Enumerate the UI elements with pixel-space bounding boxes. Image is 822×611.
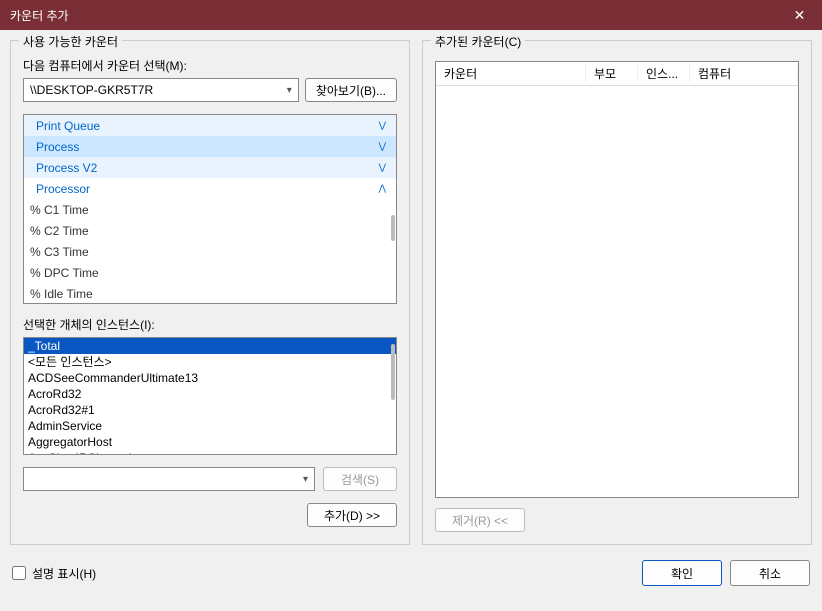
computer-combo-value: \\DESKTOP-GKR5T7R	[30, 83, 153, 97]
show-description-checkbox[interactable]: 설명 표시(H)	[12, 565, 96, 582]
instances-list[interactable]: _Total<모든 인스턴스>ACDSeeCommanderUltimate13…	[23, 337, 397, 455]
list-item[interactable]: AcroRd32#1	[24, 402, 396, 418]
instances-label: 선택한 개체의 인스턴스(I):	[23, 316, 397, 333]
list-item[interactable]: _Total	[24, 338, 396, 354]
ok-button[interactable]: 확인	[642, 560, 722, 586]
header-instance[interactable]: 인스...	[638, 65, 690, 82]
counters-tree[interactable]: Print Queue⋁Process⋁Process V2⋁Processor…	[23, 114, 397, 304]
content-area: 사용 가능한 카운터 다음 컴퓨터에서 카운터 선택(M): \\DESKTOP…	[0, 30, 822, 555]
tree-leaf[interactable]: % C1 Time	[24, 199, 396, 220]
close-icon[interactable]: ✕	[777, 0, 822, 30]
show-description-label: 설명 표시(H)	[32, 565, 96, 582]
chevron-down-icon: ▾	[287, 85, 292, 96]
tree-leaf[interactable]: % Idle Time	[24, 283, 396, 304]
added-counters-table[interactable]: 카운터 부모 인스... 컴퓨터	[435, 61, 799, 498]
show-description-input[interactable]	[12, 566, 26, 580]
header-parent[interactable]: 부모	[586, 65, 638, 82]
tree-leaf[interactable]: % C2 Time	[24, 220, 396, 241]
tree-group[interactable]: Processor⋀	[24, 178, 396, 199]
chevron-down-icon: ⋁	[379, 120, 386, 131]
scrollbar-thumb[interactable]	[391, 215, 395, 241]
tree-leaf[interactable]: % C3 Time	[24, 241, 396, 262]
search-button[interactable]: 검색(S)	[323, 467, 397, 491]
search-combo[interactable]: ▾	[23, 467, 315, 491]
chevron-down-icon: ⋁	[379, 162, 386, 173]
list-item[interactable]: AnySign4PCLauncher	[24, 450, 396, 455]
added-counters-legend: 추가된 카운터(C)	[431, 33, 525, 50]
tree-leaf[interactable]: % DPC Time	[24, 262, 396, 283]
list-item[interactable]: <모든 인스턴스>	[24, 354, 396, 370]
added-counters-group: 추가된 카운터(C) 카운터 부모 인스... 컴퓨터 제거(R) <<	[422, 40, 812, 545]
list-item[interactable]: AdminService	[24, 418, 396, 434]
table-header: 카운터 부모 인스... 컴퓨터	[436, 62, 798, 86]
list-item[interactable]: AggregatorHost	[24, 434, 396, 450]
chevron-down-icon: ⋁	[379, 141, 386, 152]
cancel-button[interactable]: 취소	[730, 560, 810, 586]
computer-combo[interactable]: \\DESKTOP-GKR5T7R ▾	[23, 78, 299, 102]
header-counter[interactable]: 카운터	[436, 65, 586, 82]
header-computer[interactable]: 컴퓨터	[690, 65, 798, 82]
window-title: 카운터 추가	[10, 7, 69, 24]
add-button[interactable]: 추가(D) >>	[307, 503, 397, 527]
remove-button[interactable]: 제거(R) <<	[435, 508, 525, 532]
browse-button[interactable]: 찾아보기(B)...	[305, 78, 397, 102]
list-item[interactable]: ACDSeeCommanderUltimate13	[24, 370, 396, 386]
tree-group[interactable]: Process⋁	[24, 136, 396, 157]
tree-group[interactable]: Process V2⋁	[24, 157, 396, 178]
available-counters-legend: 사용 가능한 카운터	[19, 33, 122, 50]
scrollbar-thumb[interactable]	[391, 344, 395, 400]
chevron-down-icon: ▾	[303, 474, 308, 485]
bottom-bar: 설명 표시(H) 확인 취소	[0, 555, 822, 591]
chevron-up-icon: ⋀	[379, 183, 386, 194]
list-item[interactable]: AcroRd32	[24, 386, 396, 402]
titlebar: 카운터 추가 ✕	[0, 0, 822, 30]
tree-group[interactable]: Print Queue⋁	[24, 115, 396, 136]
computer-select-label: 다음 컴퓨터에서 카운터 선택(M):	[23, 57, 397, 74]
available-counters-group: 사용 가능한 카운터 다음 컴퓨터에서 카운터 선택(M): \\DESKTOP…	[10, 40, 410, 545]
